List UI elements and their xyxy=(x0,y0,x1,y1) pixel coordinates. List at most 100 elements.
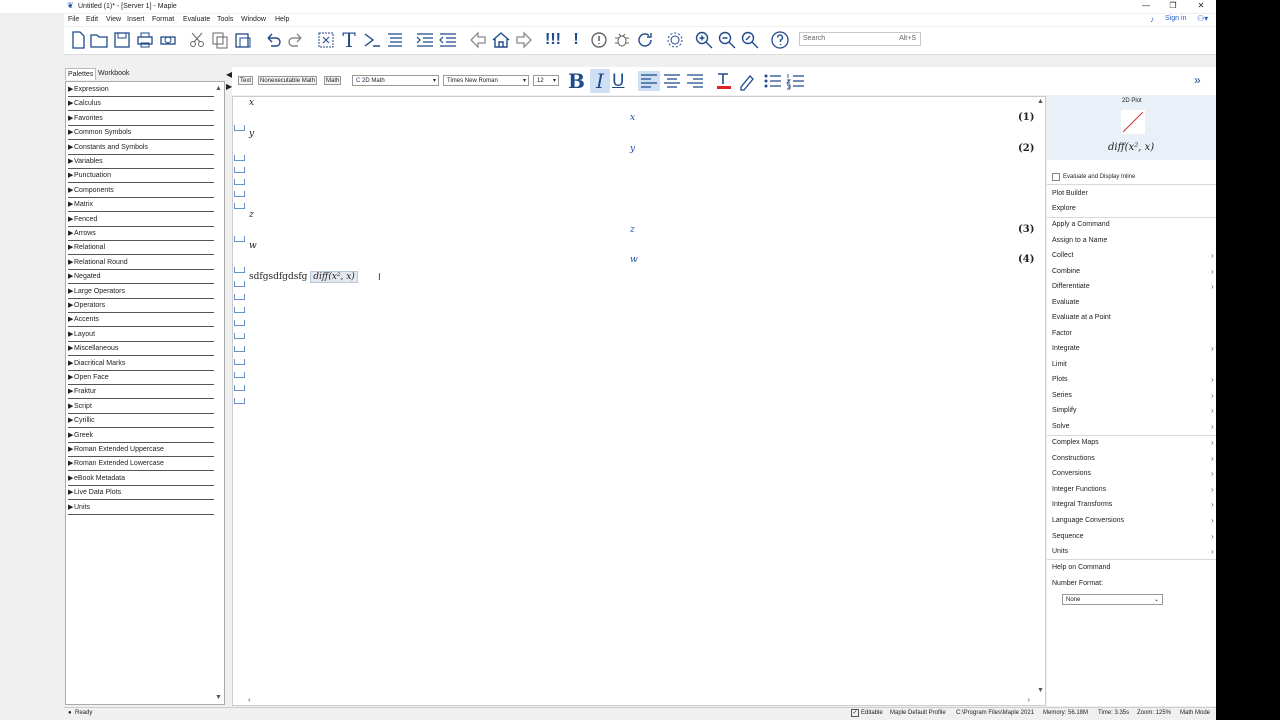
palette-item[interactable]: ▶Script xyxy=(68,400,214,414)
expand-context-panel-icon[interactable]: » xyxy=(1194,73,1201,87)
text-mode-button[interactable]: Text xyxy=(238,76,254,85)
math-selection[interactable]: diff(x², x) xyxy=(310,271,358,283)
nonexecutable-math-button[interactable]: Nonexecutable Math xyxy=(258,76,318,85)
context-menu-item[interactable]: Limit xyxy=(1052,360,1067,370)
insert-execution-group-icon[interactable] xyxy=(385,30,405,50)
align-center-button[interactable] xyxy=(662,71,682,91)
context-menu-item[interactable]: Evaluate at a Point xyxy=(1052,313,1111,323)
context-menu-item[interactable]: Combine xyxy=(1052,267,1214,277)
group-bracket[interactable] xyxy=(234,236,245,242)
open-folder-icon[interactable] xyxy=(89,30,109,50)
remote-settings-icon[interactable] xyxy=(665,30,685,50)
math-mode-button[interactable]: Math xyxy=(324,76,342,85)
equation-label[interactable]: (2) xyxy=(1018,143,1034,154)
menu-tools[interactable]: Tools xyxy=(217,15,233,25)
menu-evaluate[interactable]: Evaluate xyxy=(183,15,210,25)
undo-icon[interactable] xyxy=(263,30,283,50)
menu-edit[interactable]: Edit xyxy=(86,15,98,25)
document-horizontal-scrollbar[interactable]: ‹ › xyxy=(243,695,1035,705)
cut-icon[interactable] xyxy=(187,30,207,50)
palette-item[interactable]: ▶Diacritical Marks xyxy=(68,357,214,371)
group-bracket[interactable] xyxy=(234,191,245,197)
group-bracket[interactable] xyxy=(234,281,245,287)
text-color-icon[interactable] xyxy=(714,71,734,91)
palette-item[interactable]: ▶eBook Metadata xyxy=(68,472,214,486)
highlight-icon[interactable] xyxy=(737,71,757,91)
equation-label[interactable]: (3) xyxy=(1018,224,1034,235)
debug-icon[interactable] xyxy=(612,30,632,50)
group-bracket[interactable] xyxy=(234,294,245,300)
execute-all-icon[interactable]: !!! xyxy=(543,30,563,50)
editable-checkbox[interactable]: ✓ xyxy=(851,709,859,717)
math-input[interactable]: z xyxy=(249,210,254,220)
palette-item[interactable]: ▶Expression xyxy=(68,83,214,97)
group-bracket[interactable] xyxy=(234,125,245,131)
palette-item[interactable]: ▶Punctuation xyxy=(68,169,214,184)
palette-item[interactable]: ▶Cyrillic xyxy=(68,414,214,429)
paste-icon[interactable] xyxy=(233,30,253,50)
equation-label[interactable]: (1) xyxy=(1018,112,1034,123)
palette-item[interactable]: ▶Roman Extended Uppercase xyxy=(68,443,214,457)
menu-insert[interactable]: Insert xyxy=(127,15,145,25)
palette-item[interactable]: ▶Common Symbols xyxy=(68,126,214,141)
close-button[interactable]: ✕ xyxy=(1194,1,1208,11)
style-select[interactable]: C 2D Math ▾ xyxy=(352,75,439,86)
context-menu-item[interactable]: Plot Builder xyxy=(1052,189,1088,199)
palette-item[interactable]: ▶Relational Round xyxy=(68,256,214,270)
home-icon[interactable] xyxy=(491,30,511,50)
menu-file[interactable]: File xyxy=(68,15,79,25)
palette-item[interactable]: ▶Constants and Symbols xyxy=(68,141,214,155)
document-vertical-scrollbar[interactable]: ▲ ▼ xyxy=(1035,97,1045,695)
context-menu-item[interactable]: Solve xyxy=(1052,422,1209,432)
context-menu-item[interactable]: Conversions xyxy=(1052,469,1213,479)
group-bracket[interactable] xyxy=(234,346,245,352)
new-document-icon[interactable] xyxy=(68,30,88,50)
minimize-button[interactable]: — xyxy=(1139,1,1153,11)
zoom-out-icon[interactable] xyxy=(717,30,737,50)
bell-icon[interactable]: ♪ xyxy=(1150,15,1154,24)
palette-item[interactable]: ▶Matrix xyxy=(68,198,214,213)
group-bracket[interactable] xyxy=(234,179,245,185)
group-bracket[interactable] xyxy=(234,372,245,378)
insert-math-icon[interactable] xyxy=(362,30,382,50)
palette-item[interactable]: ▶Fraktur xyxy=(68,385,214,400)
palette-item[interactable]: ▶Favorites xyxy=(68,112,214,126)
math-input[interactable]: y xyxy=(249,129,254,139)
group-bracket[interactable] xyxy=(234,203,245,209)
context-menu-item[interactable]: Plots xyxy=(1052,375,1209,385)
text-line[interactable]: sdfgsdfgdsfg diff(x², x) xyxy=(249,271,358,283)
save-icon[interactable] xyxy=(112,30,132,50)
palette-item[interactable]: ▶Negated xyxy=(68,270,214,285)
context-menu-item[interactable]: Integer Functions xyxy=(1052,485,1214,495)
palette-item[interactable]: ▶Roman Extended Lowercase xyxy=(68,457,214,472)
numbered-list-icon[interactable] xyxy=(785,71,806,91)
palette-item[interactable]: ▶Operators xyxy=(68,299,214,313)
help-icon[interactable] xyxy=(770,30,790,50)
outdent-icon[interactable] xyxy=(438,30,458,50)
zoom-in-icon[interactable] xyxy=(694,30,714,50)
context-menu-item[interactable]: Complex Maps xyxy=(1052,438,1213,448)
palette-item[interactable]: ▶Calculus xyxy=(68,97,214,112)
bold-button[interactable]: B xyxy=(568,69,585,93)
print-icon[interactable] xyxy=(135,30,155,50)
group-bracket[interactable] xyxy=(234,155,245,161)
menu-window[interactable]: Window xyxy=(241,15,266,25)
context-menu-item[interactable]: Help on Command xyxy=(1052,563,1110,573)
worksheet-document[interactable]: x y z w x y z w (1) (2) (3) (4) sdfgsdfg… xyxy=(232,96,1046,706)
equation-label[interactable]: (4) xyxy=(1018,254,1034,265)
group-bracket[interactable] xyxy=(234,333,245,339)
plot-preview[interactable]: 2D Plot diff(x², x) xyxy=(1047,96,1216,160)
user-icon[interactable]: ⚇▾ xyxy=(1197,14,1208,23)
underline-button[interactable]: U xyxy=(612,71,624,91)
math-input[interactable]: x xyxy=(249,98,254,108)
search-input[interactable]: Search Alt+S xyxy=(799,32,921,46)
align-left-button[interactable] xyxy=(638,71,660,91)
print-preview-icon[interactable] xyxy=(158,30,178,50)
group-bracket[interactable] xyxy=(234,307,245,313)
context-menu-item[interactable]: Explore xyxy=(1052,204,1076,214)
group-bracket[interactable] xyxy=(234,267,245,273)
context-menu-item[interactable]: Assign to a Name xyxy=(1052,236,1107,246)
context-menu-item[interactable]: Collect xyxy=(1052,251,1216,261)
back-icon[interactable] xyxy=(468,30,488,50)
palette-item[interactable]: ▶Miscellaneous xyxy=(68,342,214,357)
